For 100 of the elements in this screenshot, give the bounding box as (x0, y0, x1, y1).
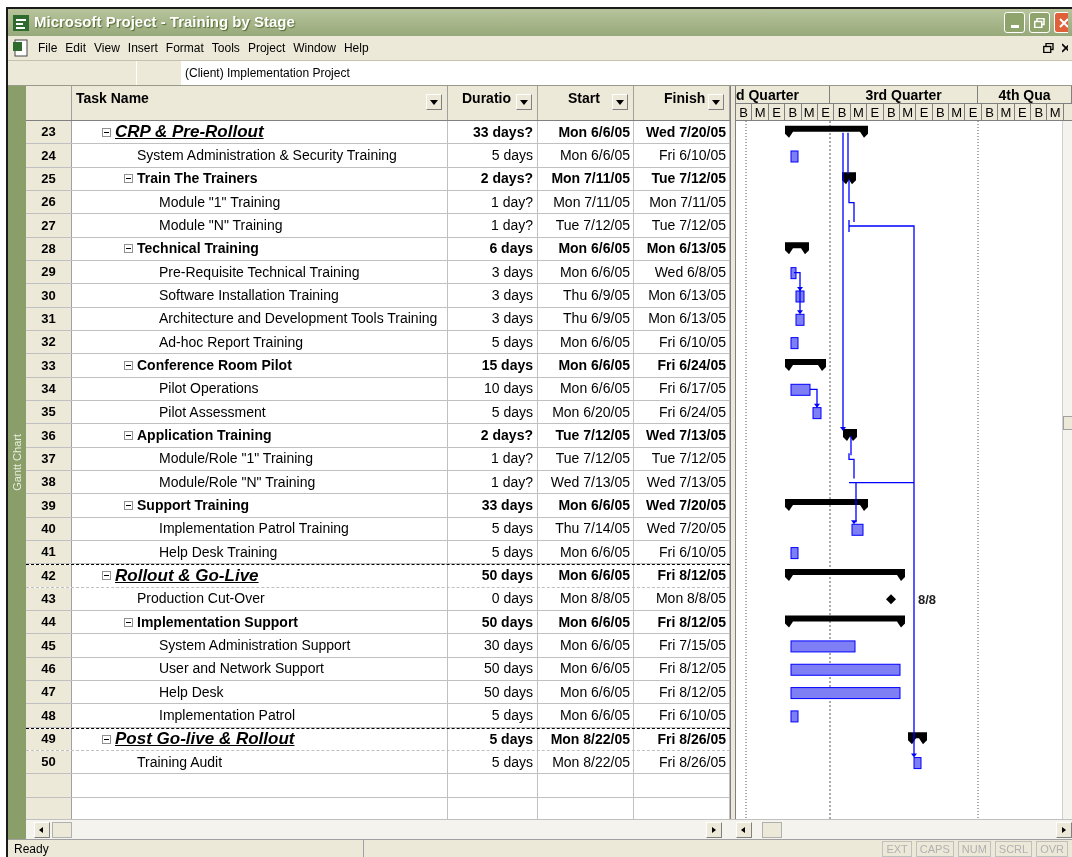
column-filter-button[interactable] (426, 94, 442, 110)
task-name: Train The Trainers (137, 169, 258, 189)
scroll-thumb[interactable] (1063, 416, 1072, 430)
row-number[interactable]: 23 (26, 121, 72, 144)
vertical-scrollbar[interactable] (1062, 121, 1072, 819)
scroll-thumb[interactable] (52, 821, 72, 838)
collapse-icon[interactable] (124, 360, 133, 370)
row-number[interactable]: 48 (26, 704, 72, 727)
row-number[interactable]: 43 (26, 587, 72, 610)
collapse-icon[interactable] (124, 500, 133, 510)
collapse-icon[interactable] (124, 174, 133, 184)
duration-cell: 10 days (448, 377, 538, 400)
document-icon (12, 39, 30, 57)
scroll-right-button[interactable] (1056, 821, 1072, 838)
minimize-button[interactable] (1004, 12, 1025, 33)
task-name: Technical Training (137, 239, 259, 259)
row-number[interactable]: 38 (26, 470, 72, 494)
collapse-icon[interactable] (102, 571, 111, 581)
restore-window-icon[interactable] (1043, 43, 1054, 53)
close-button[interactable] (1054, 12, 1068, 33)
close-window-icon[interactable] (1062, 43, 1068, 53)
menu-item[interactable]: Project (243, 39, 290, 57)
menu-item[interactable]: File (34, 39, 62, 57)
duration-cell: 5 days (448, 540, 538, 564)
task-name: Module "1" Training (159, 192, 281, 212)
row-number[interactable]: 46 (26, 657, 72, 680)
menu-item[interactable]: View (90, 39, 124, 57)
period-label: B (736, 104, 753, 120)
duration-cell: 5 days (448, 517, 538, 540)
row-number[interactable]: 33 (26, 354, 72, 377)
scroll-right-button[interactable] (706, 821, 722, 838)
column-header[interactable]: Start (538, 86, 634, 120)
task-name: Application Training (137, 425, 272, 445)
start-cell: Mon 6/6/05 (538, 144, 634, 167)
row-number[interactable]: 35 (26, 400, 72, 424)
row-number[interactable]: 41 (26, 540, 72, 564)
horizontal-scrollbar[interactable] (736, 820, 1072, 839)
duration-cell: 3 days (448, 260, 538, 284)
menu-item[interactable]: Help (339, 39, 373, 57)
menu-item[interactable]: Tools (207, 39, 244, 57)
scroll-thumb[interactable] (762, 821, 782, 838)
row-number[interactable]: 25 (26, 167, 72, 190)
row-number[interactable]: 47 (26, 680, 72, 704)
task-name: Implementation Support (137, 612, 298, 632)
task-name: Help Desk Training (159, 542, 278, 562)
row-number[interactable]: 30 (26, 284, 72, 307)
start-cell: Mon 6/6/05 (538, 565, 634, 587)
task-name: User and Network Support (159, 659, 324, 679)
row-number[interactable]: 39 (26, 494, 72, 517)
column-header[interactable]: Task Name (72, 86, 448, 120)
period-label: E (817, 104, 835, 120)
row-number[interactable]: 45 (26, 634, 72, 657)
entry-field[interactable]: (Client) Implementation Project (181, 61, 1072, 85)
task-name: System Administration & Security Training (137, 146, 397, 165)
row-number[interactable]: 36 (26, 424, 72, 447)
restore-button[interactable] (1029, 12, 1050, 33)
collapse-icon[interactable] (102, 734, 111, 744)
row-number[interactable]: 37 (26, 447, 72, 470)
task-name: System Administration Support (159, 635, 351, 655)
duration-cell: 6 days (448, 237, 538, 260)
start-cell: Mon 8/22/05 (538, 728, 634, 750)
row-number[interactable]: 31 (26, 307, 72, 330)
start-cell: Mon 8/22/05 (538, 750, 634, 774)
status-text: Ready (8, 839, 364, 857)
scroll-left-button[interactable] (736, 821, 752, 838)
column-filter-button[interactable] (612, 94, 628, 110)
start-cell: Mon 6/6/05 (538, 260, 634, 284)
quarter-label: 4th Qua (978, 86, 1072, 103)
start-cell: Tue 7/12/05 (538, 447, 634, 470)
quarter-label: 3rd Quarter (830, 86, 978, 103)
duration-cell: 1 day? (448, 214, 538, 237)
row-number[interactable]: 24 (26, 144, 72, 167)
task-name: Pre-Requisite Technical Training (159, 262, 360, 282)
row-number[interactable]: 42 (26, 565, 72, 587)
view-label: Gantt Chart (9, 434, 24, 491)
collapse-icon[interactable] (102, 127, 111, 137)
column-filter-button[interactable] (516, 94, 532, 110)
menu-item[interactable]: Edit (61, 39, 91, 57)
collapse-icon[interactable] (124, 430, 133, 440)
task-name: Rollout & Go-Live (115, 565, 259, 588)
column-header[interactable]: Duratio (448, 86, 538, 120)
row-number[interactable]: 29 (26, 260, 72, 284)
collapse-icon[interactable] (124, 244, 133, 254)
row-number[interactable]: 27 (26, 214, 72, 237)
row-number[interactable]: 50 (26, 750, 72, 774)
row-number[interactable]: 32 (26, 330, 72, 354)
start-cell: Mon 6/6/05 (538, 237, 634, 260)
row-number[interactable]: 40 (26, 517, 72, 540)
column-filter-button[interactable] (708, 94, 724, 110)
row-number[interactable]: 44 (26, 610, 72, 634)
row-number[interactable]: 26 (26, 191, 72, 214)
menu-item[interactable]: Window (289, 39, 340, 57)
menu-item[interactable]: Format (161, 39, 208, 57)
duration-cell: 50 days (448, 657, 538, 680)
row-number[interactable]: 34 (26, 377, 72, 400)
menu-item[interactable]: Insert (123, 39, 162, 57)
collapse-icon[interactable] (124, 617, 133, 627)
row-number[interactable]: 28 (26, 237, 72, 260)
row-number[interactable]: 49 (26, 728, 72, 750)
scroll-left-button[interactable] (34, 821, 50, 838)
